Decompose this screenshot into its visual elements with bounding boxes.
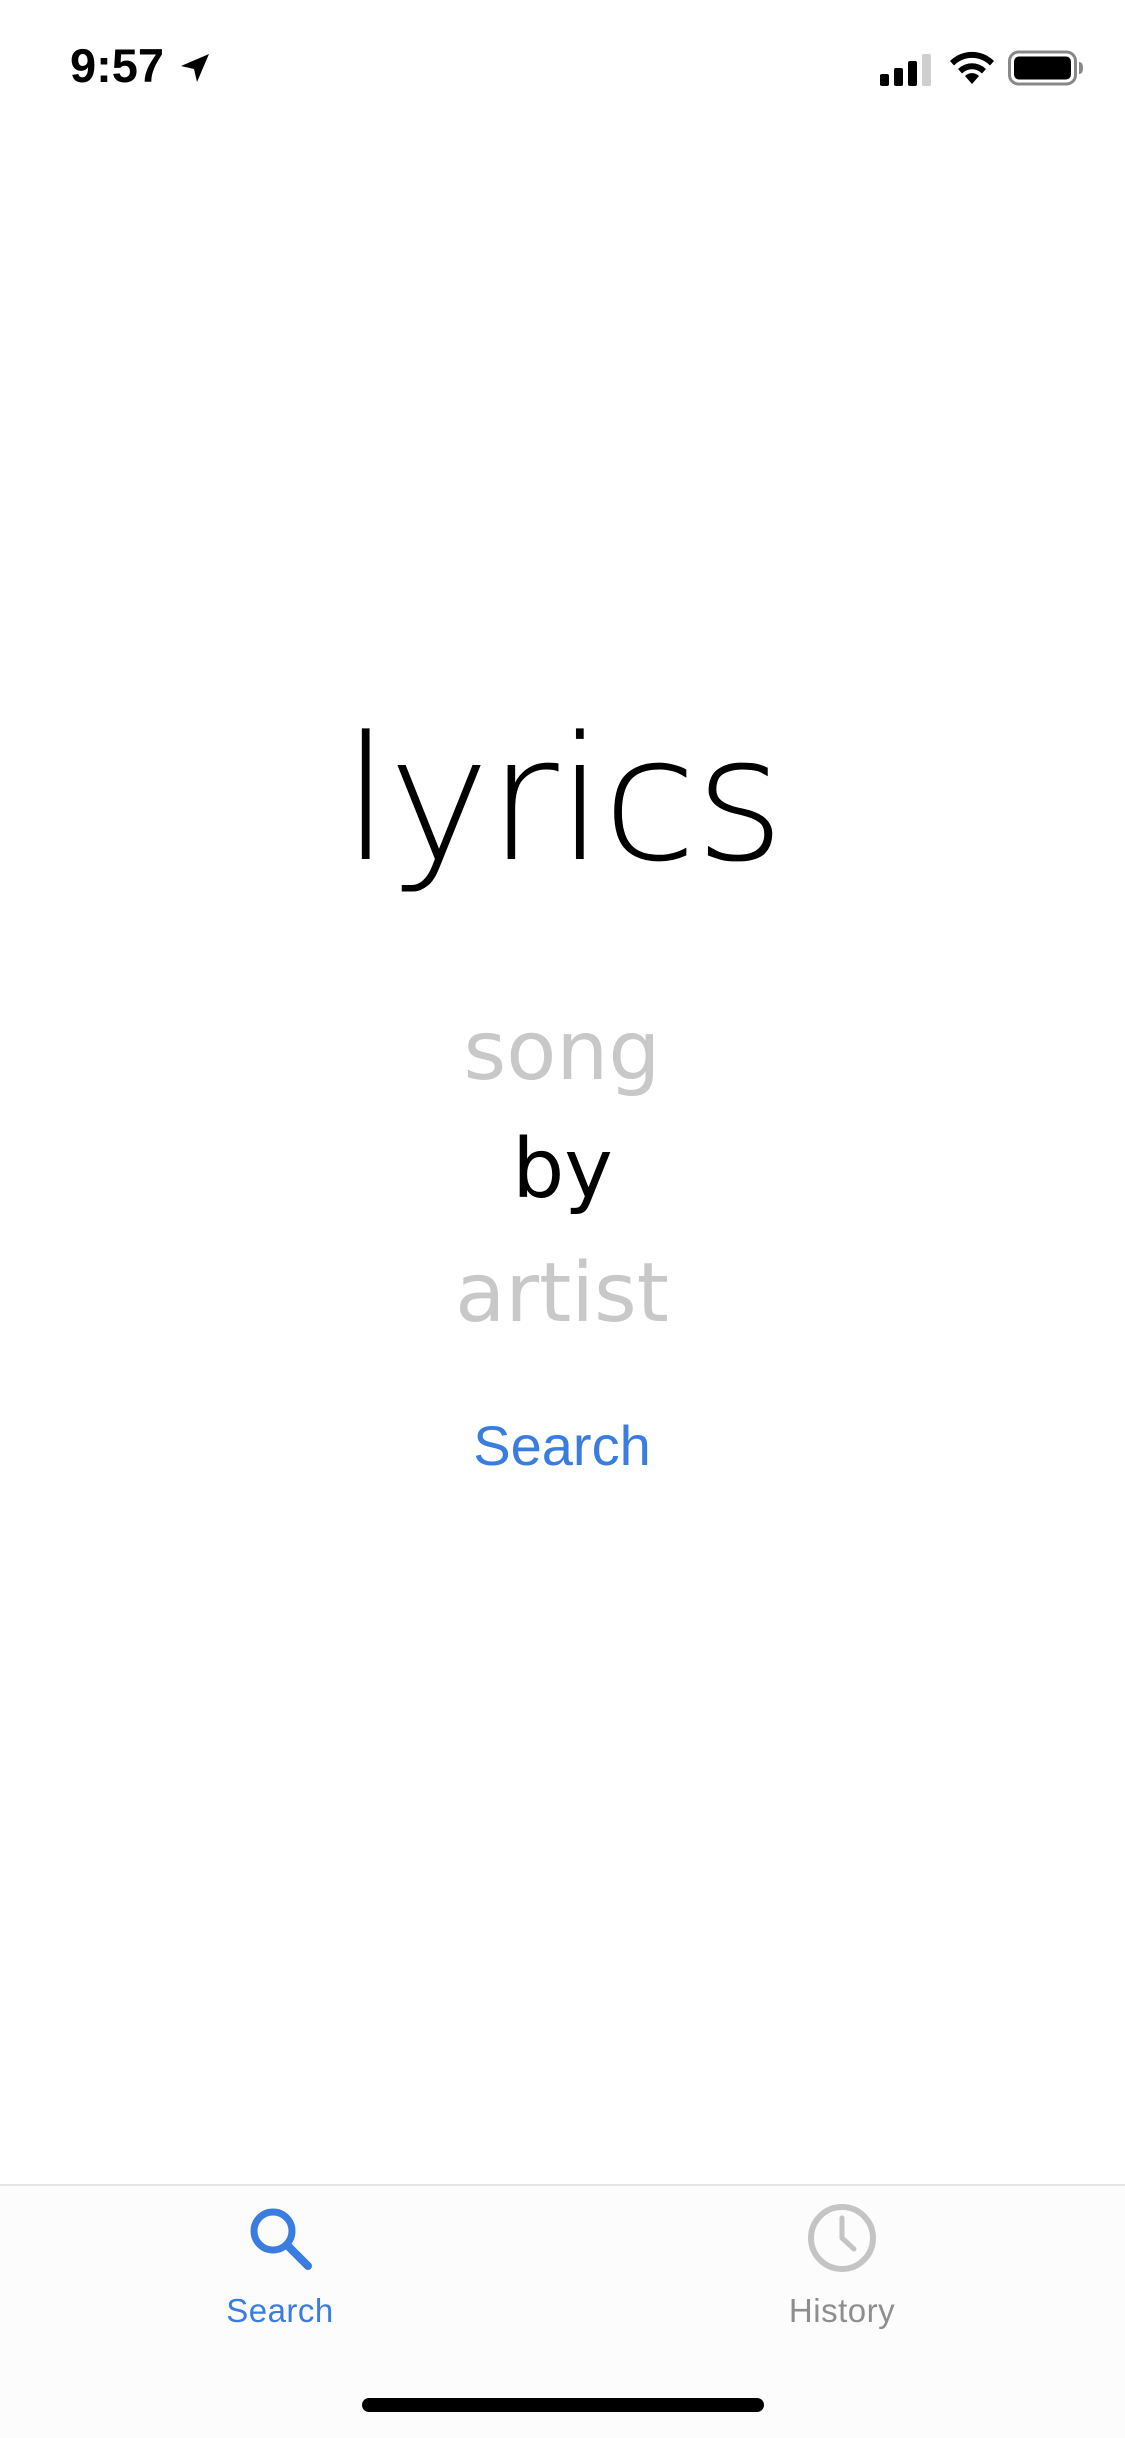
song-input[interactable] [312, 996, 812, 1106]
search-icon [250, 2208, 312, 2270]
battery-icon [1008, 50, 1083, 86]
tab-search[interactable]: Search [130, 2186, 430, 2356]
tab-search-label: Search [226, 2292, 334, 2329]
by-label: by [512, 1122, 613, 1217]
tab-history-label: History [788, 2292, 896, 2329]
cellular-signal-icon [880, 54, 931, 86]
location-arrow-icon [181, 54, 209, 82]
home-indicator [362, 2398, 764, 2412]
clock-icon [808, 2204, 876, 2272]
tab-history[interactable]: History [692, 2186, 992, 2356]
artist-input[interactable] [312, 1238, 812, 1348]
status-bar: 9:57 [0, 0, 1125, 136]
wifi-icon [950, 51, 994, 84]
search-button[interactable]: Search [412, 1405, 712, 1485]
app-title: lyrics [342, 699, 784, 900]
status-time: 9:57 [70, 39, 165, 92]
